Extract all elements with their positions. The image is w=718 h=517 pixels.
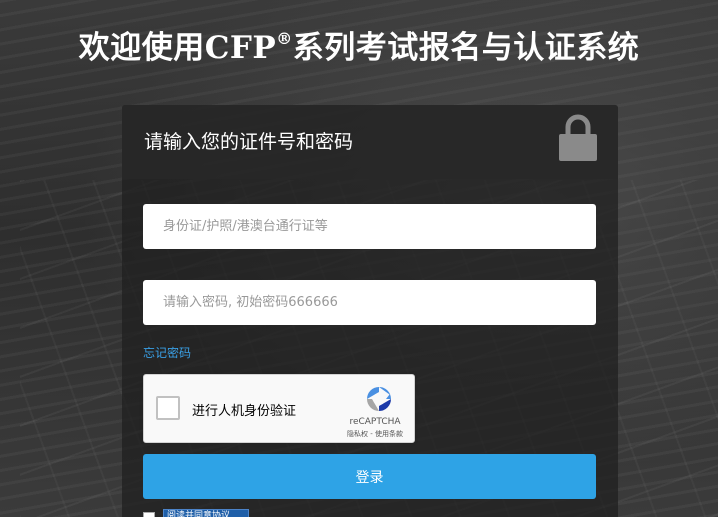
password-input[interactable]	[143, 280, 596, 325]
recaptcha-checkbox[interactable]	[156, 396, 180, 420]
login-button[interactable]: 登录	[143, 454, 596, 499]
login-card-header: 请输入您的证件号和密码	[122, 105, 618, 179]
agree-checkbox[interactable]	[143, 512, 155, 517]
id-number-input[interactable]	[143, 204, 596, 249]
forgot-password-link[interactable]: 忘记密码	[143, 344, 191, 361]
registered-mark: ®	[276, 29, 293, 48]
recaptcha-brand: reCAPTCHA	[349, 417, 401, 427]
page-title: 欢迎使用CFP®系列考试报名与认证系统	[0, 22, 718, 67]
login-card-title: 请输入您的证件号和密码	[144, 131, 354, 153]
recaptcha-logo-icon	[367, 387, 391, 411]
recaptcha-widget: 进行人机身份验证 reCAPTCHA 隐私权 - 使用条款	[143, 374, 415, 443]
recaptcha-label: 进行人机身份验证	[192, 404, 297, 419]
agreement-link[interactable]: 阅读并同意协议	[163, 509, 249, 517]
page-title-suffix: 系列考试报名与认证系统	[292, 30, 640, 66]
page-title-prefix: 欢迎使用CFP	[78, 30, 277, 66]
recaptcha-terms[interactable]: 隐私权 - 使用条款	[334, 429, 416, 439]
login-card: 请输入您的证件号和密码 忘记密码 进行人机身份验证 reCAPTCHA 隐私权 …	[122, 105, 618, 517]
lock-icon	[559, 114, 597, 161]
